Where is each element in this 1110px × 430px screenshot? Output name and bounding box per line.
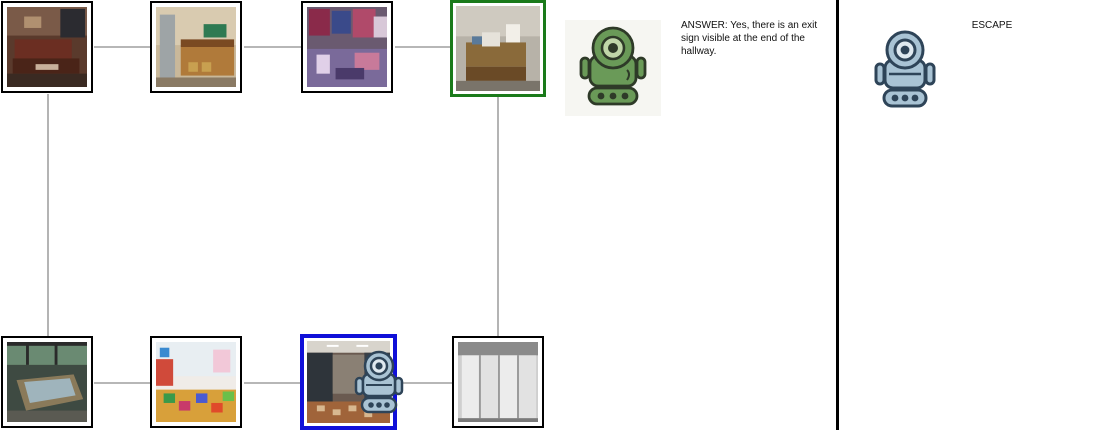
blue-robot-icon <box>354 350 404 414</box>
room-node-playroom[interactable] <box>150 336 242 428</box>
room-node-storage-shelves[interactable] <box>452 336 544 428</box>
room-node-kitchen[interactable] <box>150 1 242 93</box>
room-node-office-desk-goal[interactable] <box>450 0 546 97</box>
answer-text: ANSWER: Yes, there is an exit sign visib… <box>681 20 818 57</box>
room-node-hot-tub[interactable] <box>1 336 93 428</box>
kitchen-photo <box>156 7 236 87</box>
agent-avatar-card <box>565 20 661 116</box>
room-node-art-studio[interactable] <box>301 1 393 93</box>
navigation-map <box>0 0 560 430</box>
room-node-living-room[interactable] <box>1 1 93 93</box>
action-label: ESCAPE <box>971 20 1013 31</box>
playroom-photo <box>156 342 236 422</box>
hot-tub-photo <box>7 342 87 422</box>
living-room-photo <box>7 7 87 87</box>
storage-shelves-photo <box>458 342 538 422</box>
green-robot-icon <box>579 26 647 106</box>
blue-robot-icon <box>874 30 936 108</box>
office-desk-photo <box>456 6 540 91</box>
panel-divider <box>836 0 839 430</box>
art-studio-photo <box>307 7 387 87</box>
